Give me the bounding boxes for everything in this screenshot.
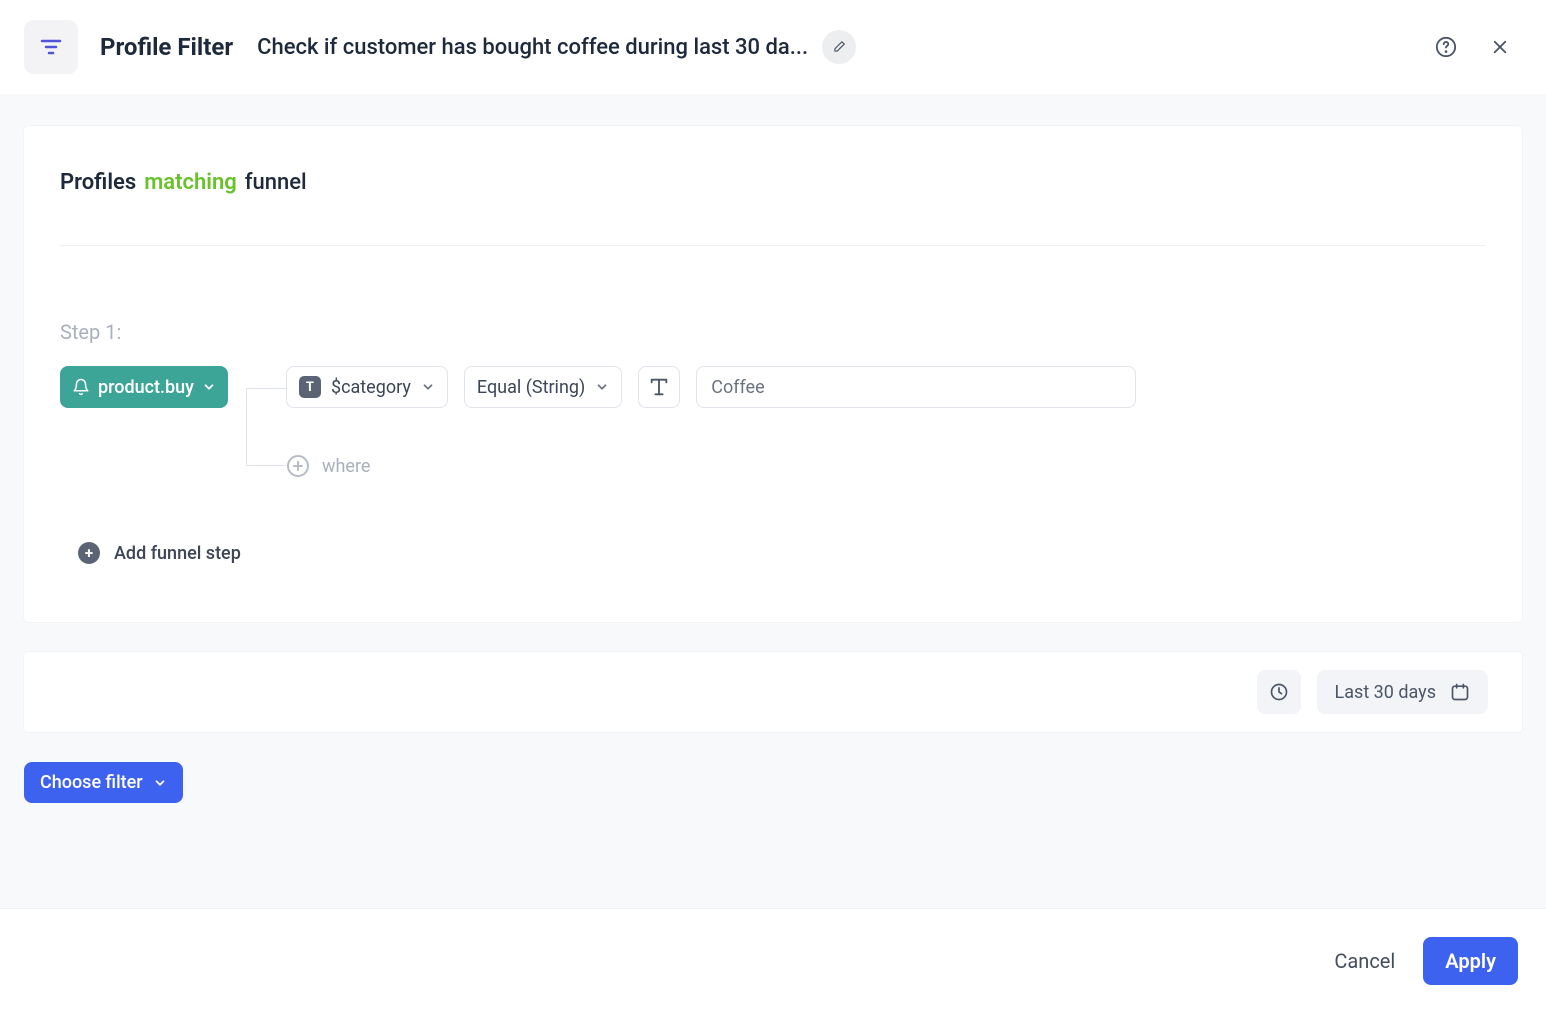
help-icon [1435,36,1457,58]
step-row: product.buy T $category [60,366,1486,480]
edit-description-button[interactable] [822,30,856,64]
value-input[interactable] [696,366,1136,408]
field-name: $category [331,377,411,398]
connector [246,366,286,480]
where-label: where [322,456,370,477]
date-range-button[interactable]: Last 30 days [1317,670,1488,714]
plus-circle-icon [286,454,310,478]
add-funnel-step-button[interactable]: + Add funnel step [78,542,241,564]
operator-name: Equal (String) [477,377,585,398]
event-name: product.buy [98,377,194,398]
chevron-down-icon [202,380,216,394]
add-where-button[interactable]: where [286,452,1136,480]
close-icon [1491,38,1509,56]
clock-icon [1269,682,1289,702]
chevron-down-icon [595,380,609,394]
step-label: Step 1: [60,320,1486,344]
date-range-label: Last 30 days [1335,682,1436,703]
conditions: T $category Equal (String) [286,366,1136,480]
heading-profiles: Profiles [60,170,136,195]
section-heading: Profiles matching funnel [60,170,1486,246]
cancel-button[interactable]: Cancel [1334,949,1395,973]
text-icon [648,376,670,398]
filter-description: Check if customer has bought coffee duri… [257,35,808,60]
pencil-icon [832,40,846,54]
workspace: Profiles matching funnel Step 1: product… [0,94,1546,908]
funnel-card: Profiles matching funnel Step 1: product… [24,126,1522,622]
page-title: Profile Filter [100,33,233,61]
value-type-button[interactable] [638,366,680,408]
help-button[interactable] [1428,29,1464,65]
heading-funnel: funnel [245,170,307,195]
heading-matching[interactable]: matching [144,170,237,195]
chevron-down-icon [421,380,435,394]
filter-icon [24,20,78,74]
close-button[interactable] [1482,29,1518,65]
time-card: Last 30 days [24,652,1522,732]
text-type-badge: T [299,376,321,398]
chevron-down-icon [153,776,167,790]
condition-row: T $category Equal (String) [286,366,1136,408]
calendar-icon [1450,682,1470,702]
footer: Cancel Apply [0,908,1546,1012]
apply-button[interactable]: Apply [1423,937,1518,985]
operator-selector[interactable]: Equal (String) [464,366,622,408]
choose-filter-button[interactable]: Choose filter [24,762,183,803]
bell-icon [72,378,90,396]
event-selector[interactable]: product.buy [60,366,228,408]
time-mode-button[interactable] [1257,670,1301,714]
choose-filter-label: Choose filter [40,772,143,793]
header: Profile Filter Check if customer has bou… [0,0,1546,94]
field-selector[interactable]: T $category [286,366,448,408]
add-step-label: Add funnel step [114,543,241,564]
plus-icon: + [78,542,100,564]
